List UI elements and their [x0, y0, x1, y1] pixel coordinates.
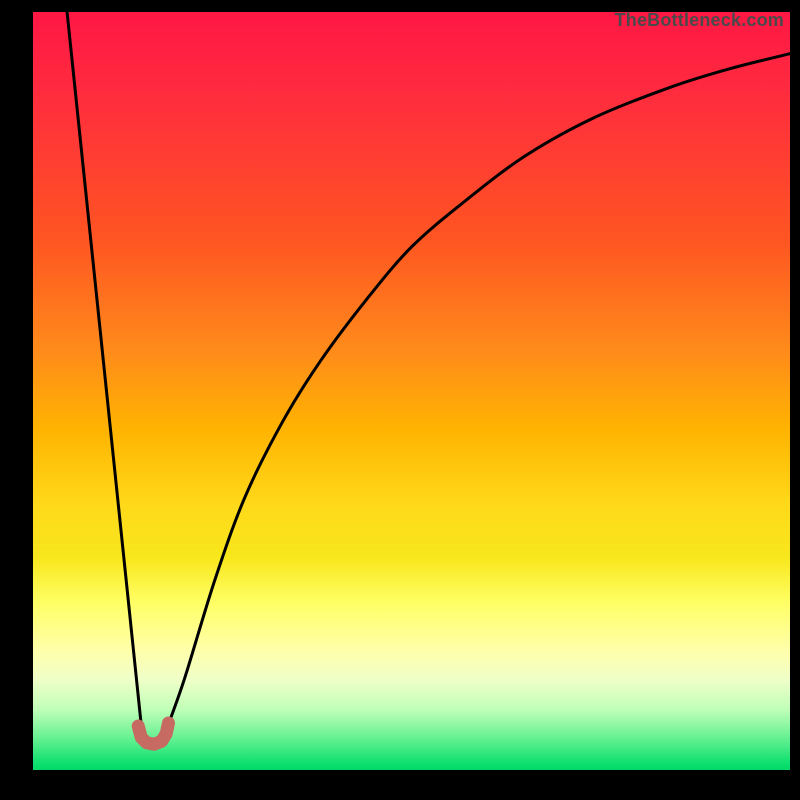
curve-right-ascent [165, 54, 790, 732]
chart-container: TheBottleneck.com [0, 0, 800, 800]
chart-curves [33, 12, 790, 770]
minimum-marker [138, 723, 168, 744]
curve-left-descent [67, 12, 143, 740]
plot-area: TheBottleneck.com [33, 12, 790, 770]
